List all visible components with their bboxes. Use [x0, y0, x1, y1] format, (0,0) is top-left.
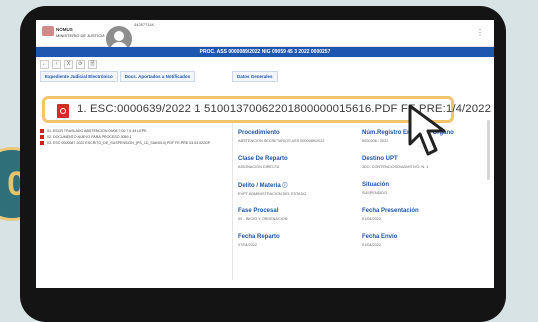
detail-value: ABSTENCION SECRETARIOS ASS 0000089/2022: [238, 139, 325, 143]
detail-fecha-presentacion: Fecha Presentación 01/04/2022: [362, 208, 419, 221]
detail-label: Fecha Reparto: [238, 234, 280, 240]
detail-situacion: Situación SUSPENDIDO: [362, 182, 389, 195]
mouse-pointer-icon: [408, 104, 446, 156]
top-bar: NOMUS MINISTERIO DE JUSTICIA 44287711K ⋮: [36, 20, 494, 54]
pdf-icon: [40, 135, 44, 139]
ministry-name: MINISTERIO DE JUSTICIA: [56, 33, 105, 38]
vertical-scrollbar[interactable]: [487, 120, 490, 180]
detail-label: Fase Procesal: [238, 208, 279, 214]
refresh-button[interactable]: ⟳: [76, 60, 85, 69]
detail-label: Clase De Reparto: [238, 156, 288, 162]
detail-fecha-reparto: Fecha Reparto 07/04/2022: [238, 234, 280, 247]
tab-datos-generales[interactable]: Datos Generales: [232, 71, 278, 82]
detail-value: 00 - INICIO Y ORDENACION: [238, 217, 288, 221]
file-name: 03. ESC 0000087 2022 ESCRITO_DE_SUSPENSI…: [47, 141, 211, 145]
file-list: 01. ESCR TRASLADO ABSTENCION 09/08 ? 00 …: [40, 128, 230, 146]
detail-delito: Delito / Materia ⓘ EXPT ADMINISTRACION D…: [238, 182, 306, 196]
detail-value: SUSPENDIDO: [362, 191, 388, 195]
tab-docs-aportados[interactable]: Docs. Aportados a Notificados: [119, 71, 196, 82]
left-tabs: Expediente Judicial Electrónico Docs. Ap…: [40, 71, 196, 82]
detail-label: Situación: [362, 182, 390, 188]
pdf-icon: [57, 104, 69, 118]
procedure-title-bar: PROC. ASS 0000089/2022 NIG 09059 45 3 20…: [36, 47, 494, 57]
detail-value: ASIGNACIÓN DIRECTA: [238, 165, 280, 169]
detail-label: Fecha Presentación: [362, 208, 419, 214]
pdf-icon: [40, 141, 44, 145]
back-button[interactable]: ←: [40, 60, 49, 69]
user-id: 44287711K: [134, 22, 155, 27]
detail-label: Delito / Materia ⓘ: [238, 182, 306, 189]
detail-value: JDO. CONTENCIOSO/ADMITIVO. N. 1: [362, 165, 429, 169]
prev-button[interactable]: ‹: [52, 60, 61, 69]
list-item[interactable]: 03. ESC 0000087 2022 ESCRITO_DE_SUSPENSI…: [40, 140, 230, 146]
org-name: NOMUS: [56, 27, 73, 32]
kebab-icon[interactable]: ⋮: [476, 29, 484, 37]
detail-label: Fecha Envío: [362, 234, 398, 240]
avatar-head: [114, 31, 124, 41]
panel-divider: [232, 120, 233, 280]
help-icon[interactable]: ⓘ: [282, 183, 287, 189]
navigation-toolbar: ← ‹ X ⟳ 🗎: [40, 60, 97, 69]
document-button[interactable]: 🗎: [88, 60, 97, 69]
pdf-icon: [40, 129, 44, 133]
detail-value: EXPT ADMINISTRACION DEL ESTADO: [238, 192, 307, 196]
detail-label: Procedimiento: [238, 130, 280, 136]
file-name: 02. DOCUMENTO NUEVO PARA PROCESO 3059.1: [47, 135, 132, 139]
tab-expediente[interactable]: Expediente Judicial Electrónico: [40, 71, 118, 82]
highlighted-file-banner[interactable]: 1. ESC:0000639/2022 1 510013700622018000…: [42, 96, 491, 123]
detail-clase-reparto: Clase De Reparto ASIGNACIÓN DIRECTA: [238, 156, 288, 169]
detail-label-text: Delito / Materia: [238, 183, 281, 189]
ministry-logo: [42, 26, 54, 36]
detail-procedimiento: Procedimiento ABSTENCION SECRETARIOS ASS…: [238, 130, 324, 143]
file-name: 01. ESCR TRASLADO ABSTENCION 09/08 ? 00 …: [47, 129, 147, 133]
detail-fecha-envio: Fecha Envío 01/04/2022: [362, 234, 397, 247]
detail-value: 01/04/2022: [362, 217, 382, 221]
detail-value: 01/04/2022: [362, 243, 382, 247]
detail-fase-procesal: Fase Procesal 00 - INICIO Y ORDENACION: [238, 208, 287, 221]
detail-value: 07/04/2022: [238, 243, 258, 247]
close-button[interactable]: X: [64, 60, 73, 69]
